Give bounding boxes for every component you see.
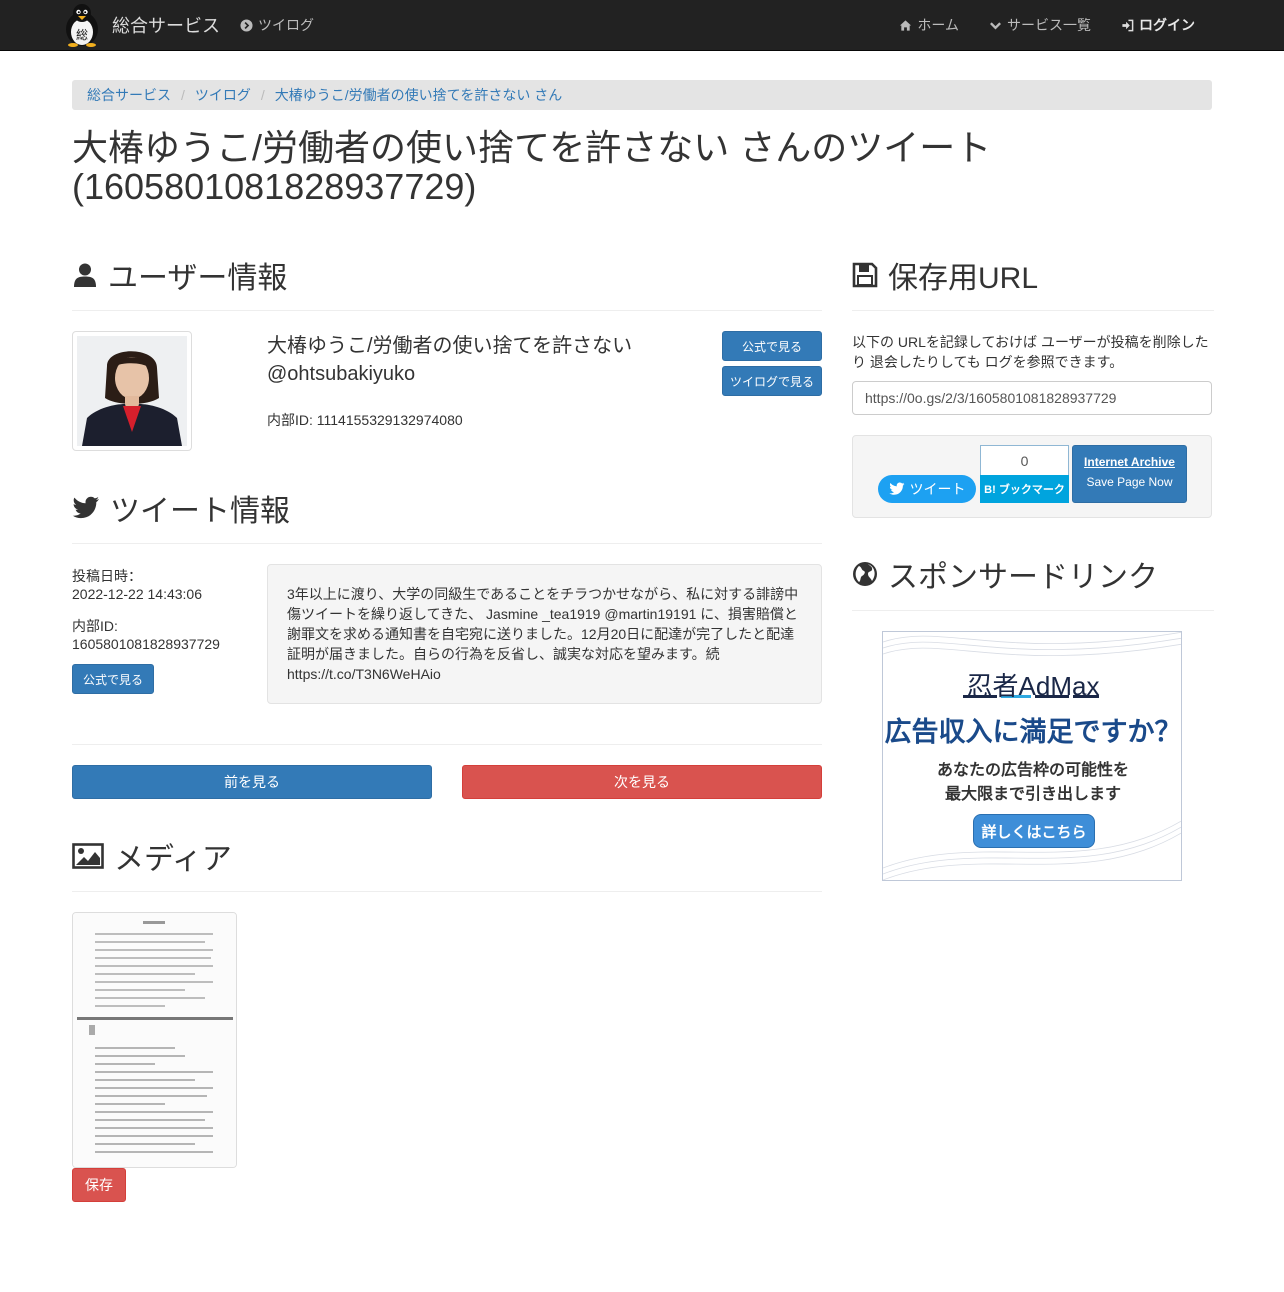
twitter-icon (72, 496, 99, 519)
floppy-disk-icon (852, 262, 878, 288)
nav-services[interactable]: サービス一覧 (974, 0, 1106, 50)
breadcrumb-item-user[interactable]: 大椿ゆうこ/労働者の使い捨てを許さない さん (275, 85, 563, 105)
user-name-block: 大椿ゆうこ/労働者の使い捨てを許さない @ohtsubakiyuko (267, 332, 697, 388)
divider (72, 891, 822, 892)
save-url-input[interactable]: https://0o.gs/2/3/1605801081828937729 (852, 381, 1212, 415)
nav-login-label: ログイン (1139, 17, 1195, 33)
user-official-button[interactable]: 公式で見る (722, 331, 822, 361)
tweet-info-heading: ツイート情報 (72, 488, 290, 528)
hatena-bookmark-button[interactable]: B! ブックマーク (980, 475, 1069, 503)
share-panel: ツイート 0 B! ブックマーク Internet Archive Save P… (852, 435, 1212, 518)
media-save-button[interactable]: 保存 (72, 1168, 126, 1202)
breadcrumb-separator: / (260, 87, 265, 103)
ad-line-2: 最大限まで引き出します (944, 786, 1121, 803)
ad-headline: 広告収入に満足ですか？ (884, 717, 1182, 747)
divider (72, 543, 822, 544)
user-info-heading: ユーザー情報 (72, 255, 287, 295)
divider (852, 610, 1214, 611)
sponsor-heading-text: スポンサードリンク (888, 561, 1158, 594)
media-heading-text: メディア (114, 843, 232, 876)
user-icon (74, 263, 96, 287)
chevron-down-icon (990, 21, 1001, 30)
divider (72, 744, 822, 745)
user-info-heading-text: ユーザー情報 (108, 262, 288, 295)
tweet-id-value: 1605801081828937729 (72, 636, 220, 652)
avatar[interactable] (72, 331, 192, 451)
twitter-bird-icon (888, 482, 904, 495)
divider (852, 310, 1214, 311)
globe-icon (853, 562, 877, 586)
hatena-bookmark-count: 0 (980, 445, 1069, 475)
svg-text:総: 総 (76, 28, 88, 42)
tweet-share-label: ツイート (909, 481, 966, 497)
posted-date-value: 2022-12-22 14:43:06 (72, 586, 202, 602)
ia-subtitle: Save Page Now (1086, 475, 1173, 489)
nav-home-label: ホーム (917, 17, 959, 33)
save-url-description: 以下の URLを記録しておけば ユーザーが投稿を削除したり 退会したりしても ロ… (852, 334, 1209, 370)
sponsor-heading: スポンサードリンク (852, 554, 1158, 594)
media-thumbnail[interactable] (72, 912, 237, 1168)
tweet-text: 3年以上に渡り、大学の同級生であることをチラつかせながら、私に対する誹謗中傷ツイ… (267, 564, 822, 704)
tweet-id-label: 内部ID: (72, 618, 118, 634)
save-url-heading: 保存用URL (852, 255, 1038, 295)
nav-twilog-label: ツイログ (258, 17, 314, 33)
user-screen-name: @ohtsubakiyuko (267, 363, 416, 385)
chevron-circle-right-icon (240, 18, 253, 32)
nav-login[interactable]: ログイン (1106, 0, 1210, 50)
breadcrumb-item-twilog[interactable]: ツイログ (195, 85, 251, 105)
nav-right: ホーム サービス一覧 ログイン (884, 0, 1210, 50)
media-heading: メディア (72, 836, 232, 876)
sponsor-ad-banner[interactable]: 忍者AdMax 広告収入に満足ですか？ あなたの広告枠の可能性を 最大限まで引き… (882, 631, 1182, 881)
document-scan-image (73, 913, 236, 1167)
ia-title: Internet Archive (1084, 455, 1175, 469)
nav-services-label: サービス一覧 (1007, 17, 1091, 33)
breadcrumb-separator: / (181, 87, 185, 103)
divider (72, 310, 822, 311)
ad-brand-logo: 忍者AdMax (966, 671, 1100, 701)
image-icon (72, 843, 104, 869)
avatar-image (77, 336, 187, 446)
tweet-info-heading-text: ツイート情報 (110, 495, 290, 528)
ad-details-button[interactable]: 詳しくはこちら (973, 814, 1095, 848)
brand-link[interactable]: 総 総合サービス (60, 2, 220, 48)
penguin-logo-icon: 総 (66, 4, 98, 47)
page-title: 大椿ゆうこ/労働者の使い捨てを許さない さんのツイート (16058010818… (72, 127, 992, 207)
breadcrumb-item-top[interactable]: 総合サービス (87, 85, 171, 105)
ad-line-1: あなたの広告枠の可能性を (936, 762, 1129, 779)
tweet-share-button[interactable]: ツイート (878, 475, 976, 503)
user-display-name: 大椿ゆうこ/労働者の使い捨てを許さない (267, 335, 633, 357)
posted-date-label: 投稿日時： (72, 568, 142, 584)
brand-name: 総合サービス (112, 16, 220, 36)
prev-tweet-button[interactable]: 前を見る (72, 765, 432, 799)
internet-archive-button[interactable]: Internet Archive Save Page Now (1072, 445, 1187, 503)
home-icon (900, 19, 912, 31)
save-url-heading-text: 保存用URL (888, 262, 1039, 295)
top-navbar: 総 総合サービス ツイログ ホーム サービス一覧 ログイン (0, 0, 1284, 51)
nav-home[interactable]: ホーム (884, 0, 974, 50)
user-twilog-button[interactable]: ツイログで見る (722, 366, 822, 396)
tweet-official-button[interactable]: 公式で見る (72, 664, 154, 694)
breadcrumb: 総合サービス / ツイログ / 大椿ゆうこ/労働者の使い捨てを許さない さん (72, 80, 1212, 110)
user-internal-id: 内部ID: 1114155329132974080 (267, 412, 463, 428)
nav-twilog-link[interactable]: ツイログ (240, 0, 314, 50)
next-tweet-button[interactable]: 次を見る (462, 765, 822, 799)
sign-in-icon (1122, 19, 1134, 31)
